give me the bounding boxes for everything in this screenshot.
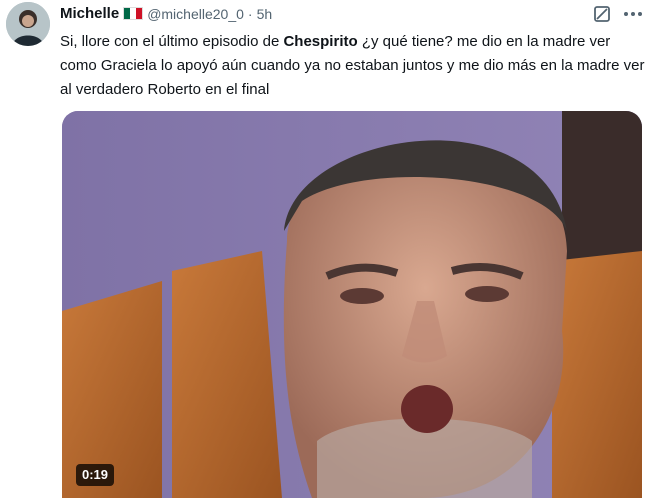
- author-handle[interactable]: @michelle20_0: [147, 6, 244, 22]
- video-duration-badge: 0:19: [76, 464, 115, 486]
- video-frame: [62, 111, 642, 498]
- author-name[interactable]: Michelle: [60, 5, 119, 22]
- video-player[interactable]: 0:19: [62, 111, 642, 498]
- post-time[interactable]: 5h: [257, 6, 273, 22]
- tweet-text-bold: Chespirito: [283, 33, 358, 50]
- grok-icon[interactable]: [592, 4, 612, 24]
- tweet-text: Si, llore con el último episodio de Ches…: [60, 30, 650, 102]
- separator-dot: ·: [247, 5, 253, 22]
- more-options-icon[interactable]: [622, 4, 644, 24]
- avatar[interactable]: [6, 2, 50, 46]
- tweet-text-part1: Si, llore con el último episodio de: [60, 33, 284, 50]
- tweet-header: Michelle @michelle20_0 · 5h: [60, 5, 272, 22]
- mexico-flag-icon: [123, 7, 144, 20]
